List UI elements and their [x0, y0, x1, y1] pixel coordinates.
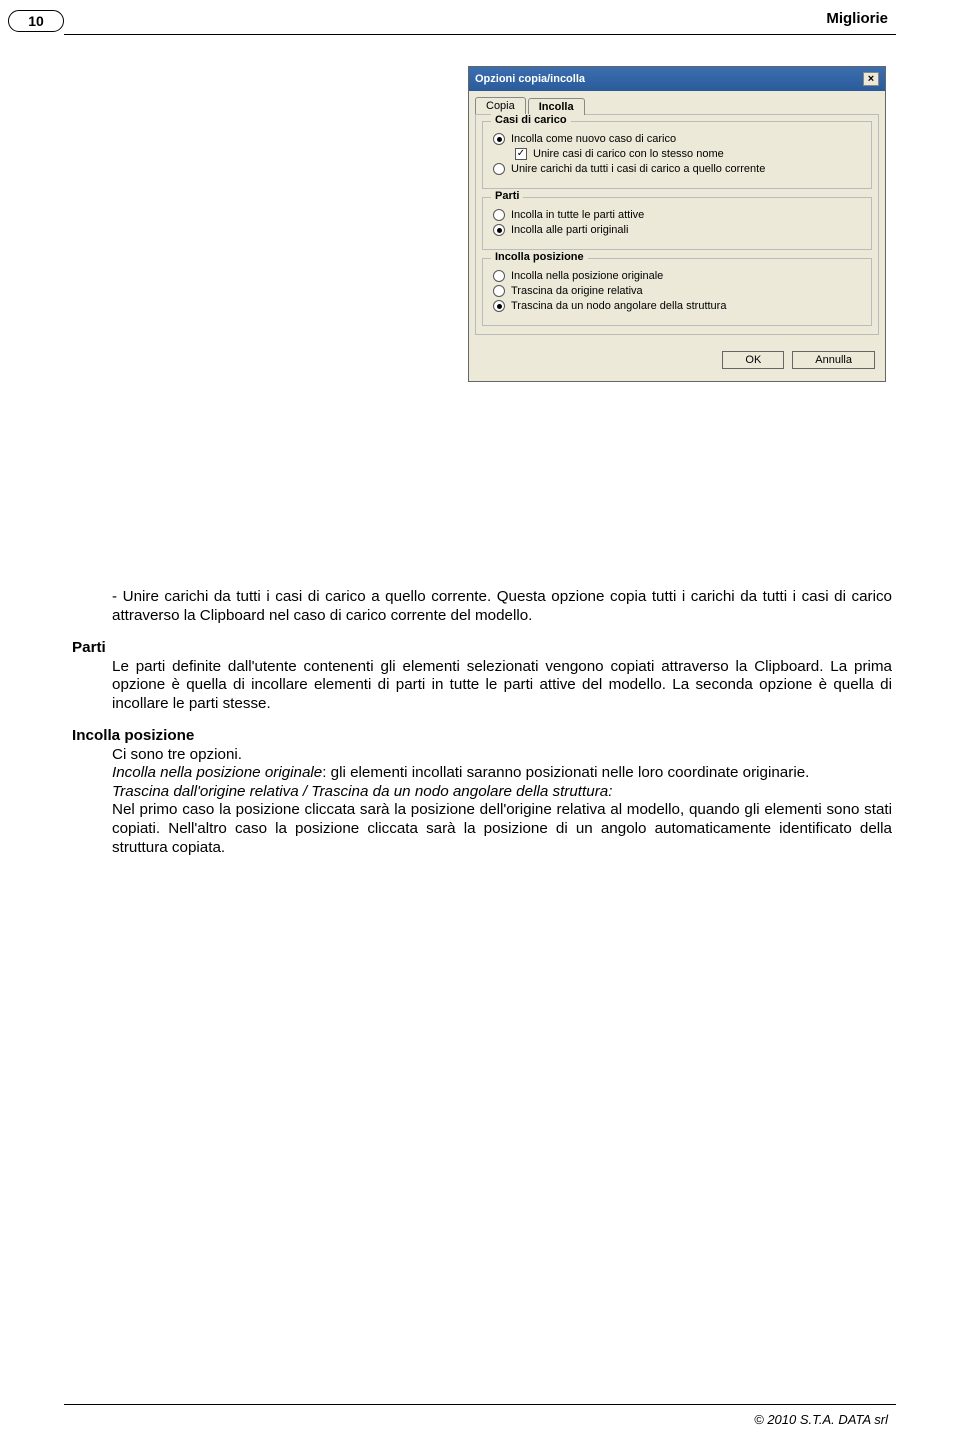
radio-icon: [493, 209, 505, 221]
dialog-title-text: Opzioni copia/incolla: [475, 73, 585, 85]
dialog-titlebar: Opzioni copia/incolla ×: [469, 67, 885, 91]
paragraph: Trascina dall'origine relativa / Trascin…: [112, 783, 892, 802]
radio-incolla-parti-originali[interactable]: Incolla alle parti originali: [493, 224, 861, 236]
subheading-incolla-posizione: Incolla posizione: [72, 727, 892, 746]
group-title-casi: Casi di carico: [491, 114, 571, 126]
dialog-buttons: OK Annulla: [469, 341, 885, 381]
close-icon[interactable]: ×: [863, 72, 879, 86]
option-label: Incolla in tutte le parti attive: [511, 209, 644, 221]
options-dialog: Opzioni copia/incolla × Copia Incolla Ca…: [468, 66, 886, 382]
italic-term: Trascina dall'origine relativa / Trascin…: [112, 783, 612, 800]
group-title-parti: Parti: [491, 190, 523, 202]
annulla-button[interactable]: Annulla: [792, 351, 875, 369]
dialog-tabs: Copia Incolla: [469, 91, 885, 114]
radio-icon: [493, 224, 505, 236]
checkbox-unire-casi-stesso-nome[interactable]: Unire casi di carico con lo stesso nome: [515, 148, 861, 160]
radio-trascina-origine-relativa[interactable]: Trascina da origine relativa: [493, 285, 861, 297]
footer-divider: [64, 1404, 896, 1405]
page-number-badge: 10: [8, 10, 64, 32]
dialog-body: Casi di carico Incolla come nuovo caso d…: [475, 114, 879, 335]
radio-icon: [493, 270, 505, 282]
option-label: Unire carichi da tutti i casi di carico …: [511, 163, 765, 175]
paragraph: Le parti definite dall'utente contenenti…: [112, 658, 892, 714]
tab-incolla[interactable]: Incolla: [528, 98, 585, 115]
group-parti: Parti Incolla in tutte le parti attive I…: [482, 197, 872, 250]
option-label: Trascina da origine relativa: [511, 285, 643, 297]
paragraph: Nel primo caso la posizione cliccata sar…: [112, 801, 892, 857]
radio-incolla-nuovo-caso[interactable]: Incolla come nuovo caso di carico: [493, 133, 861, 145]
option-label: Unire casi di carico con lo stesso nome: [533, 148, 724, 160]
paragraph: Incolla nella posizione originale: gli e…: [112, 764, 892, 783]
option-label: Incolla come nuovo caso di carico: [511, 133, 676, 145]
radio-trascina-nodo-angolare[interactable]: Trascina da un nodo angolare della strut…: [493, 300, 861, 312]
document-text: - Unire carichi da tutti i casi di caric…: [72, 588, 892, 857]
radio-posizione-originale[interactable]: Incolla nella posizione originale: [493, 270, 861, 282]
radio-icon: [493, 133, 505, 145]
checkbox-icon: [515, 148, 527, 160]
subheading-parti: Parti: [72, 639, 892, 658]
page-title: Migliorie: [826, 10, 888, 27]
text-run: : gli elementi incollati saranno posizio…: [322, 764, 809, 781]
group-casi-di-carico: Casi di carico Incolla come nuovo caso d…: [482, 121, 872, 189]
radio-icon: [493, 300, 505, 312]
italic-term: Incolla nella posizione originale: [112, 764, 322, 781]
radio-icon: [493, 285, 505, 297]
option-label: Trascina da un nodo angolare della strut…: [511, 300, 726, 312]
footer-copyright: © 2010 S.T.A. DATA srl: [754, 1412, 888, 1427]
paragraph: - Unire carichi da tutti i casi di caric…: [112, 588, 892, 625]
option-label: Incolla alle parti originali: [511, 224, 628, 236]
option-label: Incolla nella posizione originale: [511, 270, 663, 282]
header-divider: [64, 34, 896, 35]
tab-copia[interactable]: Copia: [475, 97, 526, 114]
ok-button[interactable]: OK: [722, 351, 784, 369]
group-incolla-posizione: Incolla posizione Incolla nella posizion…: [482, 258, 872, 326]
group-title-posizione: Incolla posizione: [491, 251, 588, 263]
paragraph: Ci sono tre opzioni.: [112, 746, 892, 765]
radio-icon: [493, 163, 505, 175]
radio-incolla-parti-attive[interactable]: Incolla in tutte le parti attive: [493, 209, 861, 221]
radio-unire-carichi-corrente[interactable]: Unire carichi da tutti i casi di carico …: [493, 163, 861, 175]
